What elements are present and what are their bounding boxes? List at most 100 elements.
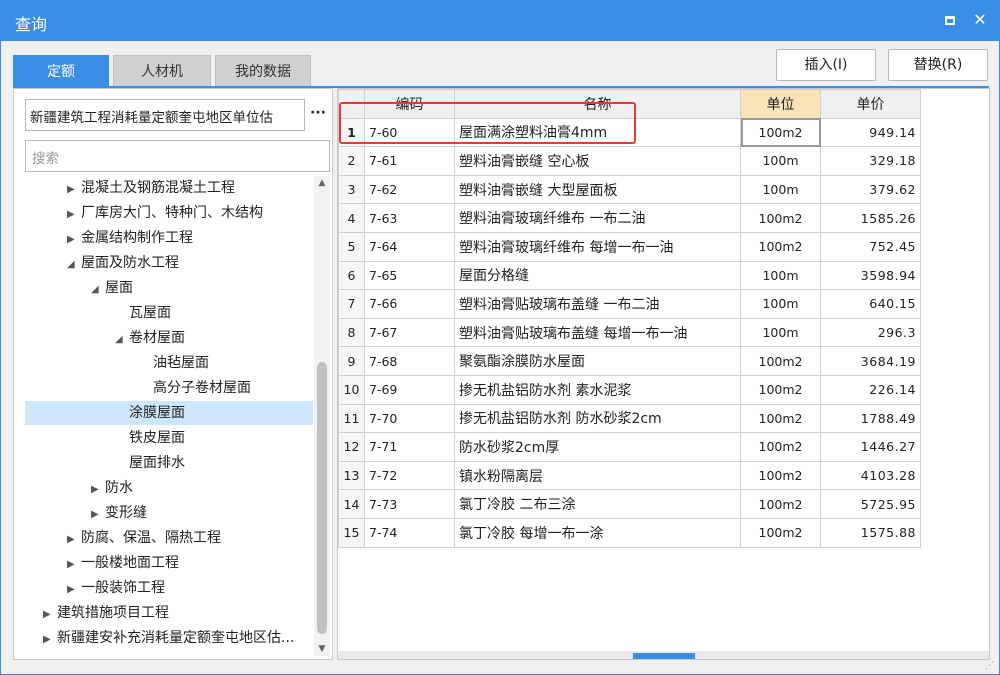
- quota-code-cell[interactable]: 7-61: [364, 146, 455, 176]
- scroll-down-icon[interactable]: ▼: [314, 642, 330, 656]
- unit-cell[interactable]: 100m2: [740, 432, 821, 462]
- search-input[interactable]: 搜索: [25, 140, 330, 172]
- row-index[interactable]: 10: [338, 374, 365, 405]
- expand-icon[interactable]: ▶: [43, 628, 57, 652]
- quota-library-field[interactable]: 新疆建筑工程消耗量定额奎屯地区单位估: [25, 99, 305, 131]
- quota-name-cell[interactable]: 防水砂浆2cm厚: [454, 432, 741, 462]
- quota-code-cell[interactable]: 7-70: [364, 403, 455, 434]
- table-row[interactable]: 7 7-66 塑料油膏贴玻璃布盖缝 一布二油 100m 640.15: [338, 289, 921, 319]
- tree-scrollbar[interactable]: ▲ ▼: [314, 176, 330, 656]
- unit-price-cell[interactable]: 1446.27: [820, 432, 921, 462]
- scroll-up-icon[interactable]: ▲: [314, 176, 330, 190]
- row-index[interactable]: 12: [338, 432, 365, 462]
- tree-node[interactable]: ▶ 新疆建安补充消耗量定额奎屯地区估...: [43, 626, 294, 650]
- insert-button[interactable]: 插入(I): [776, 49, 876, 81]
- quota-name-cell[interactable]: 聚氨酯涂膜防水屋面: [454, 346, 741, 376]
- table-row[interactable]: 9 7-68 聚氨酯涂膜防水屋面 100m2 3684.19: [338, 346, 921, 376]
- unit-cell[interactable]: 100m2: [740, 489, 821, 519]
- quota-code-cell[interactable]: 7-71: [364, 432, 455, 462]
- unit-cell[interactable]: 100m: [740, 289, 821, 319]
- expand-icon[interactable]: ▶: [67, 178, 81, 202]
- tree-node[interactable]: ▶ 一般楼地面工程: [67, 551, 179, 575]
- unit-price-cell[interactable]: 296.3: [820, 317, 921, 348]
- tree-node[interactable]: 高分子卷材屋面: [153, 376, 251, 400]
- tree-node[interactable]: ◢ 卷材屋面: [115, 326, 185, 350]
- close-icon[interactable]: ✕: [969, 9, 991, 31]
- expand-icon[interactable]: ▶: [67, 228, 81, 252]
- maximize-icon[interactable]: [939, 9, 961, 31]
- row-index[interactable]: 11: [338, 403, 365, 434]
- resize-grip-icon[interactable]: ⋰: [985, 661, 997, 673]
- quota-name-cell[interactable]: 镇水粉隔离层: [454, 460, 741, 491]
- quota-code-cell[interactable]: 7-62: [364, 174, 455, 205]
- unit-price-cell[interactable]: 752.45: [820, 231, 921, 262]
- scrollbar-grip[interactable]: [633, 653, 695, 659]
- unit-price-cell[interactable]: 1575.88: [820, 517, 921, 548]
- library-browse-button[interactable]: ···: [306, 99, 330, 131]
- quota-code-cell[interactable]: 7-65: [364, 260, 455, 291]
- horizontal-scrollbar[interactable]: [338, 651, 989, 659]
- table-row[interactable]: 1 7-60 屋面满涂塑料油膏4mm 100m2 949.14: [338, 117, 921, 148]
- header-unit[interactable]: 单位: [740, 89, 821, 119]
- quota-name-cell[interactable]: 塑料油膏嵌缝 大型屋面板: [454, 174, 741, 205]
- expand-icon[interactable]: ▶: [67, 553, 81, 577]
- expand-icon[interactable]: ▶: [67, 203, 81, 227]
- row-index[interactable]: 5: [338, 231, 365, 262]
- expand-icon[interactable]: ▶: [67, 528, 81, 552]
- quota-code-cell[interactable]: 7-74: [364, 517, 455, 548]
- header-price[interactable]: 单价: [820, 89, 921, 119]
- quota-code-cell[interactable]: 7-69: [364, 374, 455, 405]
- unit-price-cell[interactable]: 329.18: [820, 146, 921, 176]
- table-row[interactable]: 8 7-67 塑料油膏贴玻璃布盖缝 每增一布一油 100m 296.3: [338, 317, 921, 348]
- quota-name-cell[interactable]: 氯丁冷胶 每增一布一涂: [454, 517, 741, 548]
- tree-node-selected[interactable]: 涂膜屋面: [25, 401, 313, 425]
- table-row[interactable]: 3 7-62 塑料油膏嵌缝 大型屋面板 100m 379.62: [338, 174, 921, 205]
- row-index[interactable]: 2: [338, 146, 365, 176]
- unit-cell[interactable]: 100m2: [740, 231, 821, 262]
- unit-price-cell[interactable]: 3684.19: [820, 346, 921, 376]
- unit-cell[interactable]: 100m2: [740, 117, 821, 148]
- row-index[interactable]: 1: [338, 117, 365, 148]
- unit-cell[interactable]: 100m2: [740, 517, 821, 548]
- row-index[interactable]: 15: [338, 517, 365, 548]
- quota-code-cell[interactable]: 7-64: [364, 231, 455, 262]
- quota-name-cell[interactable]: 屋面分格缝: [454, 260, 741, 291]
- unit-price-cell[interactable]: 1788.49: [820, 403, 921, 434]
- quota-code-cell[interactable]: 7-72: [364, 460, 455, 491]
- table-row[interactable]: 11 7-70 掺无机盐铝防水剂 防水砂浆2cm 100m2 1788.49: [338, 403, 921, 434]
- row-index[interactable]: 9: [338, 346, 365, 376]
- quota-name-cell[interactable]: 屋面满涂塑料油膏4mm: [454, 117, 741, 148]
- row-index[interactable]: 6: [338, 260, 365, 291]
- quota-code-cell[interactable]: 7-66: [364, 289, 455, 319]
- tree-node[interactable]: ▶ 一般装饰工程: [67, 576, 165, 600]
- header-code[interactable]: 编码: [364, 89, 455, 119]
- tree-node[interactable]: 铁皮屋面: [129, 426, 185, 450]
- unit-price-cell[interactable]: 4103.28: [820, 460, 921, 491]
- row-index[interactable]: 8: [338, 317, 365, 348]
- quota-name-cell[interactable]: 塑料油膏贴玻璃布盖缝 每增一布一油: [454, 317, 741, 348]
- expand-icon[interactable]: ▶: [43, 603, 57, 627]
- expand-icon[interactable]: ▶: [91, 503, 105, 527]
- tree-node[interactable]: ▶ 金属结构制作工程: [67, 226, 193, 250]
- unit-cell[interactable]: 100m: [740, 174, 821, 205]
- collapse-icon[interactable]: ◢: [67, 253, 81, 277]
- tree-node[interactable]: 油毡屋面: [153, 351, 209, 375]
- tree-node[interactable]: 屋面排水: [129, 451, 185, 475]
- quota-name-cell[interactable]: 氯丁冷胶 二布三涂: [454, 489, 741, 519]
- quota-name-cell[interactable]: 塑料油膏玻璃纤维布 一布二油: [454, 203, 741, 233]
- tab-labor-material-machine[interactable]: 人材机: [113, 55, 211, 87]
- quota-code-cell[interactable]: 7-68: [364, 346, 455, 376]
- quota-name-cell[interactable]: 掺无机盐铝防水剂 素水泥浆: [454, 374, 741, 405]
- quota-code-cell[interactable]: 7-73: [364, 489, 455, 519]
- tree-node[interactable]: 瓦屋面: [129, 301, 171, 325]
- table-row[interactable]: 4 7-63 塑料油膏玻璃纤维布 一布二油 100m2 1585.26: [338, 203, 921, 233]
- table-row[interactable]: 14 7-73 氯丁冷胶 二布三涂 100m2 5725.95: [338, 489, 921, 519]
- replace-button[interactable]: 替换(R): [888, 49, 988, 81]
- quota-code-cell[interactable]: 7-67: [364, 317, 455, 348]
- quota-name-cell[interactable]: 塑料油膏玻璃纤维布 每增一布一油: [454, 231, 741, 262]
- tab-quota[interactable]: 定额: [13, 55, 109, 87]
- table-row[interactable]: 15 7-74 氯丁冷胶 每增一布一涂 100m2 1575.88: [338, 517, 921, 548]
- row-index[interactable]: 3: [338, 174, 365, 205]
- row-index[interactable]: 14: [338, 489, 365, 519]
- quota-code-cell[interactable]: 7-63: [364, 203, 455, 233]
